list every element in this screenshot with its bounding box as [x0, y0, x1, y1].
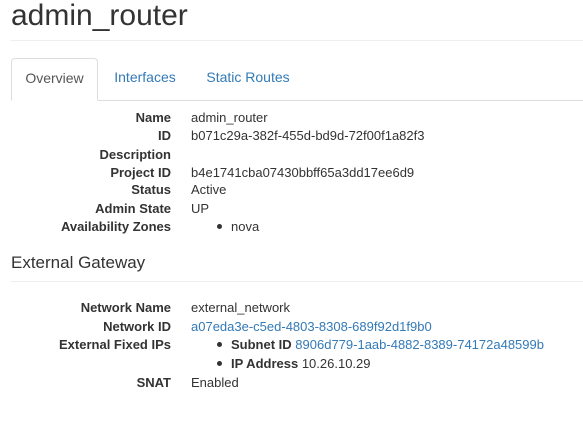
tab-static-routes[interactable]: Static Routes — [195, 58, 301, 99]
detail-row-network-id: Network ID a07eda3e-c5ed-4803-8308-689f9… — [0, 318, 583, 336]
detail-row-ip-address: IP Address 10.26.10.29 — [0, 355, 583, 373]
network-name-label: Network Name — [80, 300, 171, 315]
title-divider — [11, 40, 583, 41]
detail-row-availability-zones: Availability Zones nova — [0, 218, 583, 236]
fixed-ips-label: External Fixed IPs — [59, 337, 171, 352]
detail-row-status: Status Active — [0, 181, 583, 199]
network-id-link[interactable]: a07eda3e-c5ed-4803-8308-689f92d1f9b0 — [191, 319, 432, 334]
ip-address-label: IP Address — [231, 356, 299, 371]
availability-zone-value: nova — [231, 219, 260, 234]
status-label: Status — [131, 182, 171, 197]
section-divider — [11, 281, 583, 282]
snat-label: SNAT — [136, 375, 171, 390]
detail-row-admin-state: Admin State UP — [0, 200, 583, 218]
tab-interfaces[interactable]: Interfaces — [103, 58, 187, 99]
status-value: Active — [191, 182, 227, 197]
availability-zone-item: nova — [217, 218, 259, 236]
bullet-icon — [217, 342, 222, 348]
detail-row-network-name: Network Name external_network — [0, 299, 583, 317]
availability-zones-label: Availability Zones — [60, 219, 171, 234]
network-id-label: Network ID — [103, 319, 171, 334]
project-id-value: b4e1741cba07430bbff65a3dd17ee6d9 — [191, 165, 415, 180]
tab-interfaces-label: Interfaces — [114, 69, 176, 85]
admin-state-value: UP — [191, 201, 210, 216]
bullet-icon — [217, 224, 222, 230]
id-value: b071c29a-382f-455d-bd9d-72f00f1a82f3 — [191, 128, 425, 143]
description-label: Description — [99, 147, 171, 162]
detail-row-name: Name admin_router — [0, 109, 583, 127]
network-id-item: a07eda3e-c5ed-4803-8308-689f92d1f9b0 — [191, 318, 432, 336]
subnet-id-link[interactable]: 8906d779-1aab-4882-8389-74172a48599b — [295, 337, 544, 352]
detail-row-project-id: Project ID b4e1741cba07430bbff65a3dd17ee… — [0, 164, 583, 182]
subnet-id-item: Subnet ID 8906d779-1aab-4882-8389-74172a… — [217, 336, 544, 354]
tab-overview-label: Overview — [25, 70, 84, 86]
snat-value: Enabled — [191, 375, 239, 390]
detail-row-fixed-ips: External Fixed IPs Subnet ID 8906d779-1a… — [0, 336, 583, 354]
project-id-label: Project ID — [110, 165, 171, 180]
detail-row-description: Description — [0, 146, 583, 164]
external-gateway-title: External Gateway — [11, 253, 146, 272]
admin-state-label: Admin State — [95, 201, 171, 216]
bullet-icon — [217, 361, 222, 367]
page-title: admin_router — [11, 0, 188, 32]
tab-overview[interactable]: Overview — [11, 58, 98, 101]
id-label: ID — [158, 128, 171, 143]
ip-address-item: IP Address 10.26.10.29 — [217, 355, 371, 373]
name-label: Name — [135, 110, 171, 125]
ip-address-value: 10.26.10.29 — [301, 356, 371, 371]
tab-static-routes-label: Static Routes — [206, 69, 290, 85]
detail-row-snat: SNAT Enabled — [0, 374, 583, 392]
tab-bar: Overview Interfaces Static Routes — [11, 58, 583, 101]
subnet-id-label: Subnet ID — [231, 337, 292, 352]
name-value: admin_router — [191, 110, 268, 125]
network-name-value: external_network — [191, 300, 290, 315]
detail-row-id: ID b071c29a-382f-455d-bd9d-72f00f1a82f3 — [0, 127, 583, 145]
